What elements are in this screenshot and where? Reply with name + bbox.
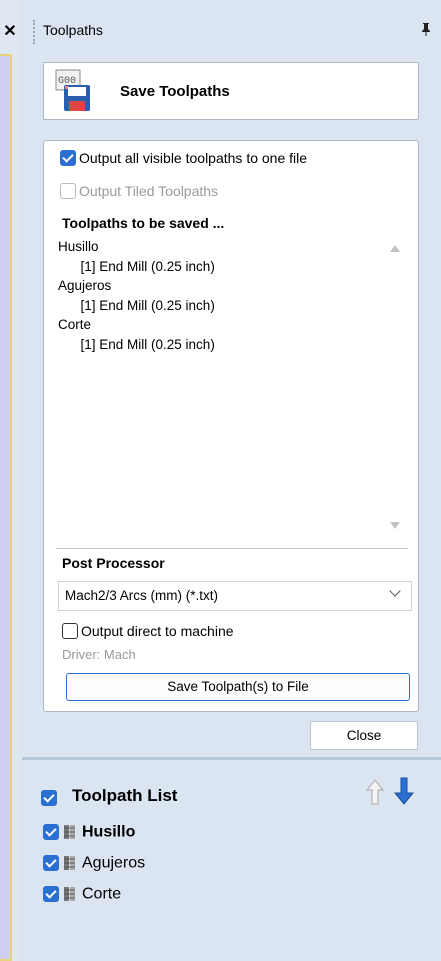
toolpath-item-checkbox[interactable] [43,886,59,903]
output-direct-option[interactable]: Output direct to machine [62,622,234,640]
drag-grip-icon[interactable] [33,20,37,44]
toolpath-item-label: Agujeros [82,854,146,872]
output-all-option[interactable]: Output all visible toolpaths to one file [60,149,308,167]
list-item: [1] End Mill (0.25 inch) [58,297,215,313]
driver-label: Driver: Mach [62,647,136,662]
output-tiled-checkbox [60,183,76,200]
save-gcode-icon: G00 [54,69,94,113]
divider [56,548,408,549]
list-item: Husillo [58,239,99,254]
panel-title: Toolpaths [43,22,103,38]
move-down-arrow-icon[interactable] [393,776,415,806]
toolpaths-to-save-title: Toolpaths to be saved ... [62,215,225,231]
toolpath-item-agujeros[interactable]: Agujeros [43,854,145,872]
end-mill-icon [63,886,77,902]
end-mill-icon [63,855,77,871]
close-button[interactable]: Close [310,721,418,750]
toolpath-item-corte[interactable]: Corte [43,885,121,903]
toolpath-item-husillo[interactable]: Husillo [43,823,135,841]
list-item: [1] End Mill (0.25 inch) [58,258,215,274]
save-options-group: Output all visible toolpaths to one file… [43,140,419,712]
save-toolpaths-header: G00 Save Toolpaths [43,62,419,120]
output-direct-label: Output direct to machine [81,623,234,640]
scroll-down-arrow-icon[interactable] [390,522,400,529]
toolpath-item-label: Corte [82,885,122,903]
toolpath-item-label: Husillo [82,823,136,841]
save-toolpaths-to-file-button[interactable]: Save Toolpath(s) to File [66,673,410,701]
output-tiled-option: Output Tiled Toolpaths [60,182,219,200]
close-icon[interactable]: ✕ [0,22,20,42]
toolpaths-to-save-list[interactable]: Husillo [1] End Mill (0.25 inch) Agujero… [58,237,408,542]
move-up-arrow-icon[interactable] [365,778,385,806]
output-tiled-label: Output Tiled Toolpaths [79,183,219,200]
toolpath-list-title: Toolpath List [72,786,178,805]
save-toolpaths-title: Save Toolpaths [120,83,230,100]
toolpath-item-checkbox[interactable] [43,855,59,872]
post-processor-value: Mach2/3 Arcs (mm) (*.txt) [65,588,219,603]
left-docked-panel [0,54,12,961]
chevron-down-icon [389,585,401,597]
toolpath-item-checkbox[interactable] [43,824,59,841]
output-all-checkbox[interactable] [60,150,76,167]
end-mill-icon [63,824,77,840]
output-direct-checkbox[interactable] [62,623,78,640]
post-processor-title: Post Processor [62,555,165,571]
post-processor-select[interactable]: Mach2/3 Arcs (mm) (*.txt) [58,581,412,611]
list-item: Agujeros [58,278,112,293]
list-item: [1] End Mill (0.25 inch) [58,336,215,352]
output-all-label: Output all visible toolpaths to one file [79,150,308,167]
pin-icon[interactable] [420,22,432,39]
list-item: Corte [58,317,92,332]
toolpath-list-checkbox[interactable] [41,790,57,807]
scroll-up-arrow-icon[interactable] [390,245,400,252]
